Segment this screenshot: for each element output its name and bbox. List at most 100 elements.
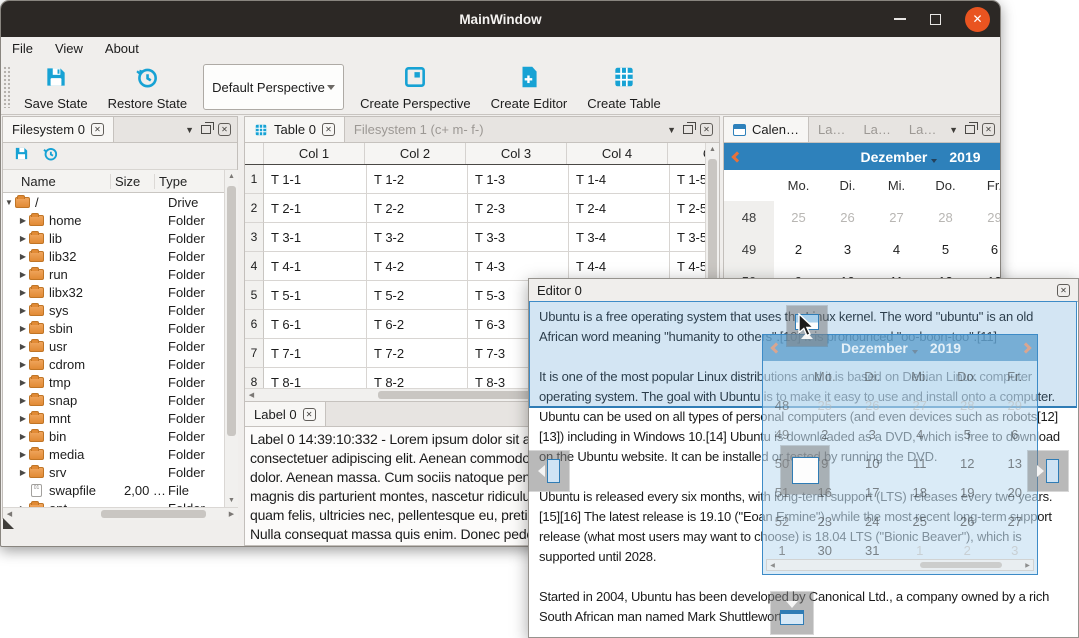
tab-close-icon[interactable]: ✕ — [303, 408, 316, 421]
dock-indicator-bottom[interactable] — [771, 592, 813, 634]
scroll-left-icon[interactable]: ◀ — [245, 389, 258, 402]
table-cell[interactable]: T 3-2 — [367, 223, 468, 252]
table-cell[interactable]: T 1-2 — [367, 165, 468, 194]
row-number[interactable]: 4 — [245, 252, 264, 281]
expander-icon[interactable]: ▶ — [17, 216, 29, 225]
day-cell[interactable]: 18 — [896, 478, 944, 507]
row-number[interactable]: 6 — [245, 310, 264, 339]
day-cell[interactable]: 5 — [944, 420, 992, 449]
day-cell[interactable]: 10 — [849, 449, 897, 478]
menu-about[interactable]: About — [94, 41, 150, 56]
dock-indicator-right[interactable] — [1028, 451, 1068, 491]
table-cell[interactable]: T 5-1 — [264, 281, 367, 310]
scroll-right-icon[interactable]: ▶ — [225, 508, 238, 521]
expander-icon[interactable]: ▶ — [17, 252, 29, 261]
table-cell[interactable]: T 2-2 — [367, 194, 468, 223]
expander-icon[interactable]: ▶ — [17, 324, 29, 333]
table-cell[interactable]: T 6-2 — [367, 310, 468, 339]
table-cell[interactable]: T 3-1 — [264, 223, 367, 252]
title-bar[interactable]: MainWindow ✕ — [1, 1, 1000, 37]
table-cell[interactable]: T 2-3 — [468, 194, 569, 223]
day-cell[interactable]: 27 — [991, 507, 1038, 536]
day-cell[interactable]: 11 — [896, 449, 944, 478]
table-cell[interactable]: T 8-2 — [367, 368, 468, 388]
table-cell[interactable]: T 3-3 — [468, 223, 569, 252]
editor-close-icon[interactable]: ✕ — [1057, 284, 1070, 297]
day-cell[interactable]: 26 — [823, 201, 872, 233]
scrollbar-track[interactable] — [16, 508, 225, 520]
day-cell[interactable]: 29 — [991, 391, 1038, 420]
dock-indicator-left[interactable] — [529, 451, 569, 491]
row-number[interactable]: 3 — [245, 223, 264, 252]
expander-icon[interactable]: ▶ — [17, 360, 29, 369]
expander-icon[interactable]: ▶ — [17, 468, 29, 477]
column-header[interactable]: Col 2 — [365, 143, 466, 164]
expander-icon[interactable]: ▶ — [17, 450, 29, 459]
toolbar-drag-handle[interactable] — [3, 66, 10, 108]
size-grip-icon[interactable] — [3, 518, 14, 529]
table-cell[interactable]: T 4-4 — [569, 252, 670, 281]
tree-row[interactable]: ▶mntFolder — [3, 409, 224, 427]
column-size[interactable]: Size — [111, 174, 155, 189]
row-number[interactable]: 8 — [245, 368, 264, 388]
table-cell[interactable]: T 7-2 — [367, 339, 468, 368]
table-cell[interactable]: T 4-1 — [264, 252, 367, 281]
day-cell[interactable]: 25 — [896, 507, 944, 536]
column-header[interactable]: Col 4 — [567, 143, 668, 164]
tree-row[interactable]: ▶optFolder — [3, 499, 224, 507]
expander-icon[interactable]: ▶ — [17, 288, 29, 297]
tree-row[interactable]: ▶libFolder — [3, 229, 224, 247]
tree-row[interactable]: ▶lib32Folder — [3, 247, 224, 265]
table-cell[interactable]: T 5-2 — [367, 281, 468, 310]
tree-row[interactable]: ▶snapFolder — [3, 391, 224, 409]
panel-menu-icon[interactable]: ▼ — [185, 125, 194, 135]
table-cell[interactable]: T 7-1 — [264, 339, 367, 368]
year-label[interactable]: 2019 — [930, 340, 961, 356]
expander-icon[interactable]: ▶ — [17, 378, 29, 387]
column-name[interactable]: Name — [3, 174, 111, 189]
float-panel-icon[interactable] — [201, 125, 211, 134]
tree-row[interactable]: ▼/Drive — [3, 193, 224, 211]
row-number[interactable]: 1 — [245, 165, 264, 194]
float-panel-icon[interactable] — [683, 125, 693, 134]
day-cell[interactable]: 23 — [801, 507, 849, 536]
tab-label-2[interactable]: La… — [854, 117, 899, 142]
menu-file[interactable]: File — [1, 41, 44, 56]
month-label[interactable]: Dezember — [860, 149, 927, 165]
table-cell[interactable]: T 2-4 — [569, 194, 670, 223]
day-cell[interactable]: 4 — [896, 420, 944, 449]
day-cell[interactable]: 27 — [872, 201, 921, 233]
expander-icon[interactable]: ▶ — [17, 234, 29, 243]
tree-horizontal-scrollbar[interactable]: ◀ ▶ — [3, 507, 238, 520]
tree-row[interactable]: ▶cdromFolder — [3, 355, 224, 373]
day-cell[interactable]: 28 — [921, 201, 970, 233]
tree-header[interactable]: Name Size Type — [3, 170, 224, 193]
year-label[interactable]: 2019 — [949, 149, 980, 165]
column-header[interactable]: Col 1 — [264, 143, 365, 164]
scroll-up-icon[interactable]: ▲ — [225, 170, 238, 183]
tree-row[interactable]: ▶runFolder — [3, 265, 224, 283]
panel-close-icon[interactable]: ✕ — [982, 123, 995, 136]
day-cell[interactable]: 6 — [970, 233, 1001, 265]
create-table-button[interactable]: Create Table — [577, 61, 670, 114]
day-cell[interactable]: 19 — [944, 478, 992, 507]
tree-row[interactable]: ▶sbinFolder — [3, 319, 224, 337]
tree-row[interactable]: ▶libx32Folder — [3, 283, 224, 301]
perspective-select[interactable]: Default Perspective — [203, 64, 344, 110]
table-cell[interactable]: T 1-5 — [670, 165, 705, 194]
day-cell[interactable]: 26 — [944, 507, 992, 536]
scrollbar-handle[interactable] — [227, 186, 236, 436]
day-cell[interactable]: 4 — [872, 233, 921, 265]
tree-row[interactable]: ▶srvFolder — [3, 463, 224, 481]
table-cell[interactable]: T 4-3 — [468, 252, 569, 281]
save-icon[interactable] — [13, 145, 30, 167]
close-button[interactable]: ✕ — [965, 7, 990, 32]
day-cell[interactable]: 26 — [849, 391, 897, 420]
scroll-up-icon[interactable]: ▲ — [706, 143, 719, 156]
table-cell[interactable]: T 6-1 — [264, 310, 367, 339]
tree-row[interactable]: ▶homeFolder — [3, 211, 224, 229]
create-editor-button[interactable]: Create Editor — [481, 61, 578, 114]
tree-row[interactable]: ▶tmpFolder — [3, 373, 224, 391]
row-number[interactable]: 5 — [245, 281, 264, 310]
tab-filesystem-0[interactable]: Filesystem 0 ✕ — [3, 117, 114, 142]
